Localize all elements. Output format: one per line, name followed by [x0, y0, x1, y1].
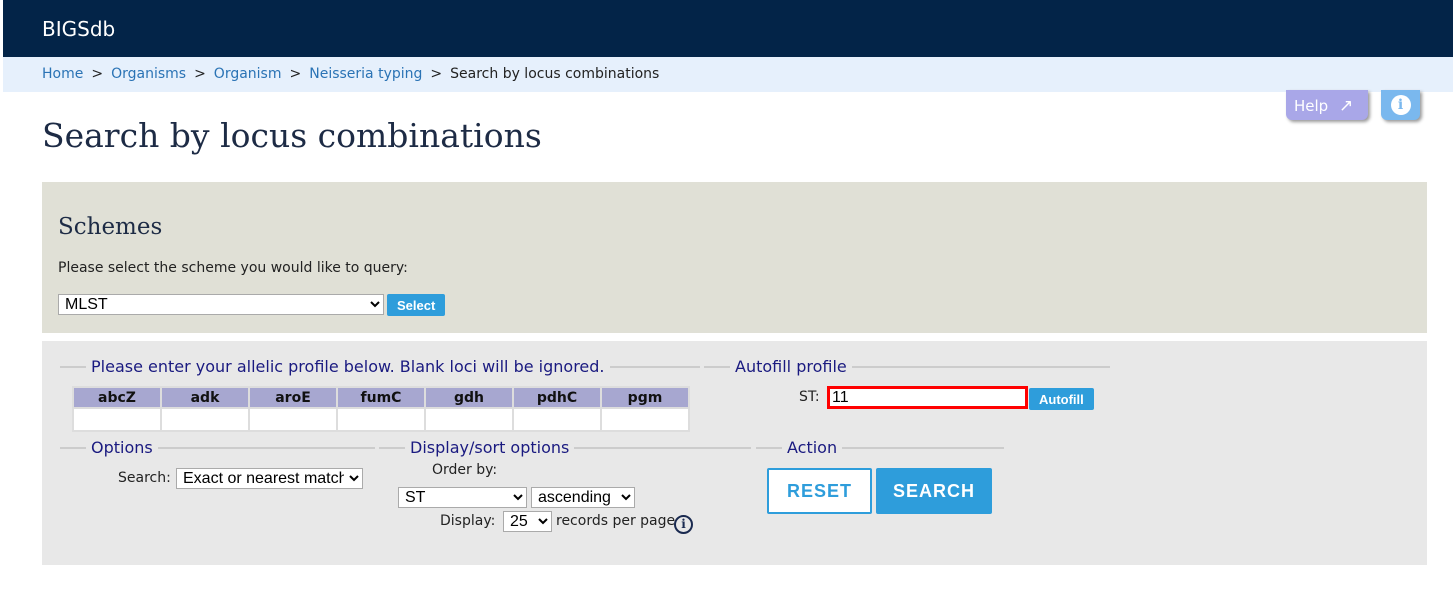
- st-input[interactable]: [827, 386, 1028, 409]
- direction-select[interactable]: ascending: [531, 487, 635, 508]
- records-per-page-select[interactable]: 25: [503, 511, 552, 532]
- locus-header-abcZ: abcZ: [74, 388, 160, 407]
- loci-table: abcZ adk aroE fumC gdh pdhC pgm: [72, 386, 690, 432]
- help-button[interactable]: Help ↗: [1286, 90, 1368, 120]
- breadcrumb-neisseria-typing[interactable]: Neisseria typing: [309, 66, 422, 82]
- locus-input-pgm[interactable]: [602, 410, 688, 430]
- st-label: ST:: [799, 389, 820, 405]
- external-link-icon: ↗: [1338, 96, 1354, 116]
- display-legend: Display/sort options: [379, 438, 751, 457]
- locus-input-fumC[interactable]: [338, 410, 424, 430]
- scheme-select[interactable]: MLST: [58, 294, 384, 315]
- locus-input-adk[interactable]: [162, 410, 248, 430]
- schemes-panel: Schemes Please select the scheme you wou…: [42, 182, 1427, 333]
- locus-input-gdh[interactable]: [426, 410, 512, 430]
- app-header: BIGSdb: [3, 0, 1453, 57]
- display-label: Display:: [440, 513, 496, 529]
- locus-cell: [162, 409, 248, 430]
- help-label: Help: [1294, 97, 1329, 115]
- reset-button[interactable]: RESET: [767, 468, 872, 514]
- order-by-select[interactable]: ST: [398, 487, 527, 508]
- schemes-prompt: Please select the scheme you would like …: [58, 260, 408, 276]
- autofill-button[interactable]: Autofill: [1029, 388, 1094, 410]
- locus-cell: [74, 409, 160, 430]
- search-label: Search:: [118, 470, 171, 486]
- locus-input-abcZ[interactable]: [74, 410, 160, 430]
- action-legend: Action: [756, 438, 1004, 457]
- search-mode-select[interactable]: Exact or nearest match: [176, 468, 363, 489]
- info-icon[interactable]: i: [674, 515, 693, 534]
- locus-cell: [338, 409, 424, 430]
- info-icon: i: [1390, 95, 1411, 115]
- breadcrumb-home[interactable]: Home: [42, 66, 83, 82]
- page-title: Search by locus combinations: [42, 116, 542, 155]
- locus-input-pdhC[interactable]: [514, 410, 600, 430]
- locus-cell: [514, 409, 600, 430]
- autofill-legend: Autofill profile: [704, 357, 1110, 376]
- breadcrumb-separator: >: [194, 66, 206, 82]
- profile-legend: Please enter your allelic profile below.…: [60, 357, 700, 376]
- records-per-page-label: records per page: [556, 513, 676, 529]
- search-form: Please enter your allelic profile below.…: [42, 341, 1427, 565]
- info-button[interactable]: i: [1381, 90, 1420, 120]
- breadcrumb-current: Search by locus combinations: [450, 66, 660, 82]
- breadcrumb-separator: >: [289, 66, 302, 82]
- locus-cell: [426, 409, 512, 430]
- breadcrumb: Home > Organisms > Organism > Neisseria typing…: [3, 57, 1453, 92]
- schemes-title: Schemes: [58, 214, 163, 240]
- breadcrumb-separator: >: [91, 66, 104, 82]
- order-by-label: Order by:: [432, 462, 498, 478]
- search-button[interactable]: SEARCH: [876, 468, 992, 514]
- locus-header-fumC: fumC: [338, 388, 424, 407]
- locus-cell: [602, 409, 688, 430]
- locus-input-aroE[interactable]: [250, 410, 336, 430]
- locus-header-gdh: gdh: [426, 388, 512, 407]
- options-legend: Options: [60, 438, 375, 457]
- locus-header-pgm: pgm: [602, 388, 688, 407]
- breadcrumb-organism[interactable]: Organism: [214, 66, 282, 82]
- locus-header-pdhC: pdhC: [514, 388, 600, 407]
- locus-header-aroE: aroE: [250, 388, 336, 407]
- locus-header-adk: adk: [162, 388, 248, 407]
- locus-cell: [250, 409, 336, 430]
- breadcrumb-separator: >: [430, 66, 443, 82]
- select-button[interactable]: Select: [387, 294, 446, 316]
- breadcrumb-organisms[interactable]: Organisms: [111, 66, 186, 82]
